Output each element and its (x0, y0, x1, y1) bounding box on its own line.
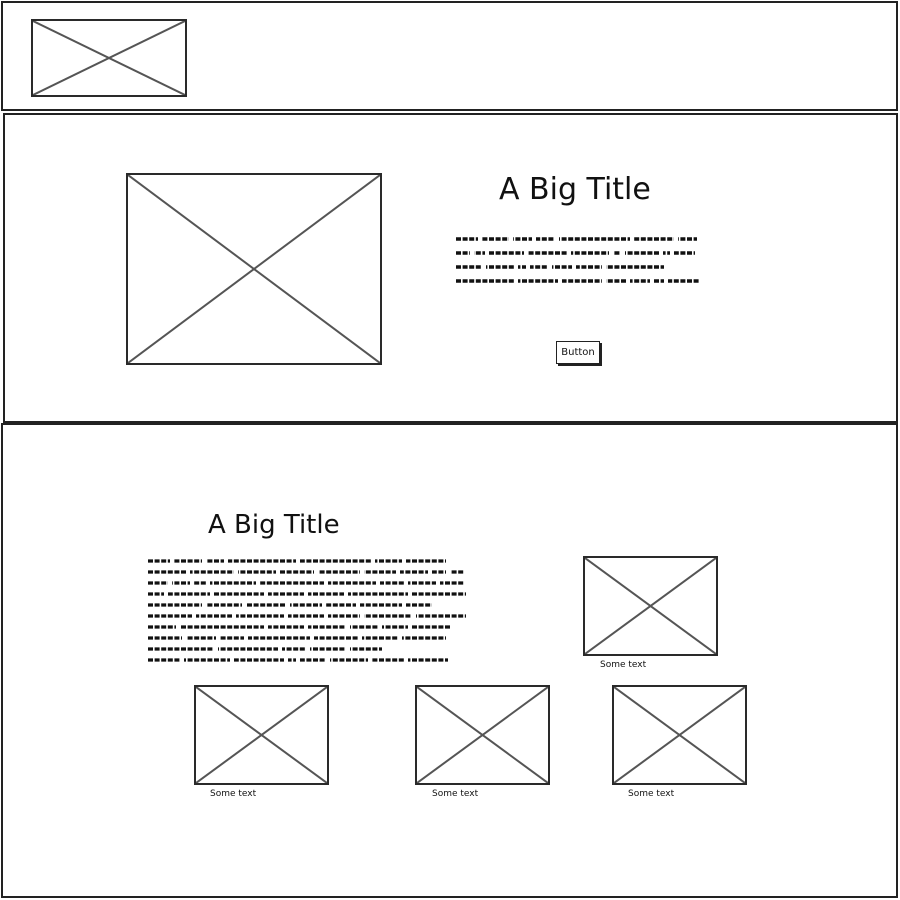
hero-title: A Big Title (499, 172, 651, 207)
hero-image-placeholder-icon (126, 173, 382, 365)
feature-image-placeholder-icon (583, 556, 718, 656)
card-caption: Some text (628, 789, 675, 799)
card-caption: Some text (432, 789, 479, 799)
card-image-placeholder-icon (415, 685, 550, 785)
hero-button[interactable]: Button (556, 341, 600, 364)
card-image-placeholder-icon (612, 685, 747, 785)
content-body-scribble (146, 556, 471, 664)
card-image-placeholder-icon (194, 685, 329, 785)
logo-image-placeholder-icon[interactable] (31, 19, 187, 97)
hero-body-scribble (454, 234, 704, 292)
card-caption: Some text (210, 789, 257, 799)
content-title: A Big Title (208, 510, 340, 540)
header-bar (1, 1, 898, 111)
feature-image-caption: Some text (600, 660, 647, 670)
